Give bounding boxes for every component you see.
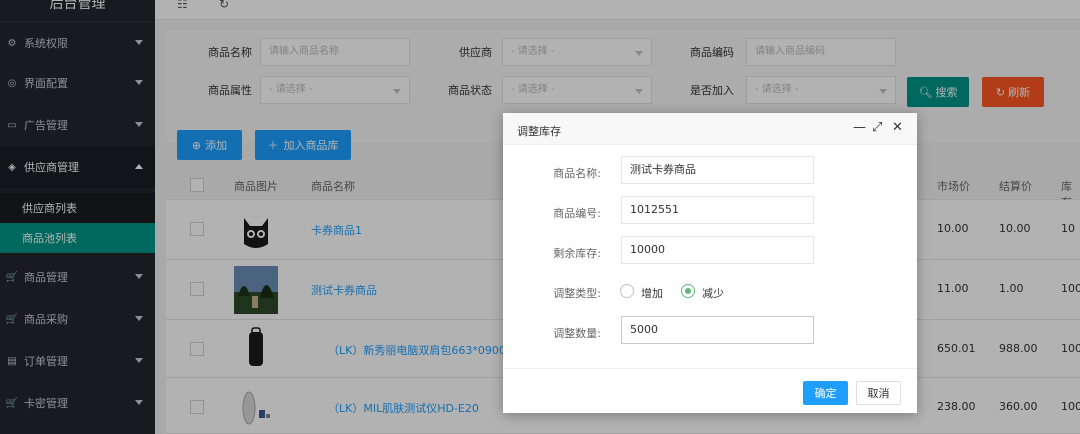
maximize-icon[interactable]: ⤢: [872, 120, 882, 136]
code-field[interactable]: 1012551: [621, 196, 814, 224]
close-icon[interactable]: ✕: [892, 120, 903, 136]
stock-field[interactable]: 10000: [621, 236, 814, 264]
radio-add[interactable]: [620, 284, 634, 298]
stock-label: 剩余库存:: [553, 247, 601, 260]
adjust-type-label: 调整类型:: [553, 287, 601, 300]
cancel-button[interactable]: 取消: [856, 381, 901, 405]
code-label: 商品编号:: [553, 207, 601, 220]
radio-subtract[interactable]: [681, 284, 695, 298]
quantity-field[interactable]: 5000: [621, 316, 814, 344]
adjust-stock-dialog: 调整库存 — ⤢ ✕ 商品名称: 测试卡券商品 商品编号: 1012551 剩余…: [503, 113, 917, 413]
minimize-icon[interactable]: —: [853, 120, 866, 136]
name-label: 商品名称:: [553, 167, 601, 180]
dialog-header: 调整库存 — ⤢ ✕: [503, 113, 917, 145]
dialog-footer: 确定 取消: [503, 368, 917, 413]
confirm-button[interactable]: 确定: [803, 381, 848, 405]
radio-subtract-label: 减少: [702, 287, 724, 300]
radio-add-label: 增加: [641, 287, 663, 300]
dialog-title: 调整库存: [517, 125, 561, 138]
quantity-label: 调整数量:: [553, 327, 601, 340]
name-field[interactable]: 测试卡券商品: [621, 156, 814, 184]
